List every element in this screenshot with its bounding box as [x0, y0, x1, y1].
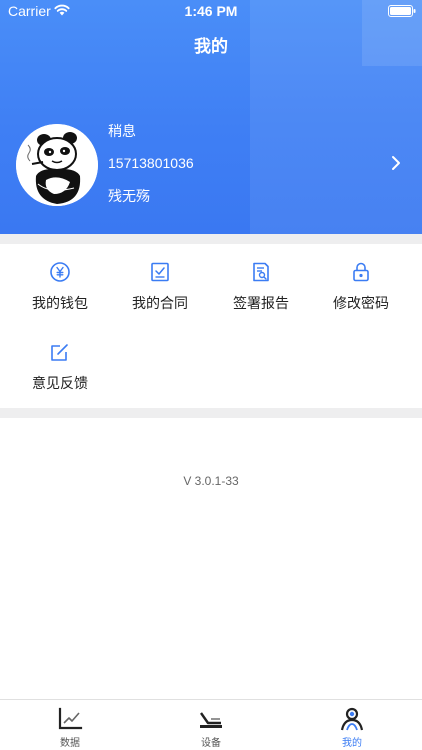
contract-icon: [151, 262, 169, 282]
tab-data[interactable]: 数据: [0, 700, 140, 750]
tab-label-device: 设备: [201, 738, 221, 749]
device-icon: [200, 712, 222, 728]
page-title: 我的: [194, 37, 228, 57]
tab-label-mine: 我的: [342, 738, 362, 749]
menu-item-wallet[interactable]: 我的钱包: [10, 261, 110, 321]
app-version: V 3.0.1-33: [183, 474, 239, 488]
tab-bar: 数据 设备 我的: [0, 699, 422, 750]
tab-mine[interactable]: 我的: [282, 700, 422, 750]
profile-name: 稍息: [108, 124, 136, 140]
profile-phone: 15713801036: [108, 155, 194, 171]
section-divider: [0, 234, 422, 244]
menu-label-wallet: 我的钱包: [32, 296, 88, 312]
chevron-right-icon[interactable]: [388, 154, 404, 172]
report-icon: [253, 262, 269, 282]
menu-label-password: 修改密码: [333, 296, 389, 312]
menu-item-report[interactable]: 签署报告: [211, 261, 311, 321]
menu-label-contract: 我的合同: [132, 296, 188, 312]
chart-icon: [58, 707, 83, 730]
status-time: 1:46 PM: [184, 3, 238, 19]
edit-icon: [51, 344, 68, 361]
menu-label-report: 签署报告: [233, 296, 289, 312]
status-bar: Carrier 1:46 PM: [0, 0, 422, 22]
avatar[interactable]: [16, 124, 98, 206]
tab-device[interactable]: 设备: [141, 700, 281, 750]
menu-item-password[interactable]: 修改密码: [311, 261, 411, 321]
menu-label-feedback: 意见反馈: [32, 376, 88, 392]
profile-header: Carrier 1:46 PM 我的 稍息 15713801036 残无殇: [0, 0, 422, 234]
tab-label-data: 数据: [60, 738, 80, 749]
panda-avatar-icon: [16, 124, 98, 206]
profile-nickname: 残无殇: [108, 189, 150, 205]
menu-item-feedback[interactable]: 意见反馈: [10, 341, 110, 401]
battery-icon: [388, 5, 416, 17]
wallet-icon: [50, 262, 70, 282]
menu-item-contract[interactable]: 我的合同: [110, 261, 210, 321]
user-icon: [340, 707, 364, 731]
section-divider: [0, 408, 422, 418]
lock-icon: [353, 262, 369, 282]
